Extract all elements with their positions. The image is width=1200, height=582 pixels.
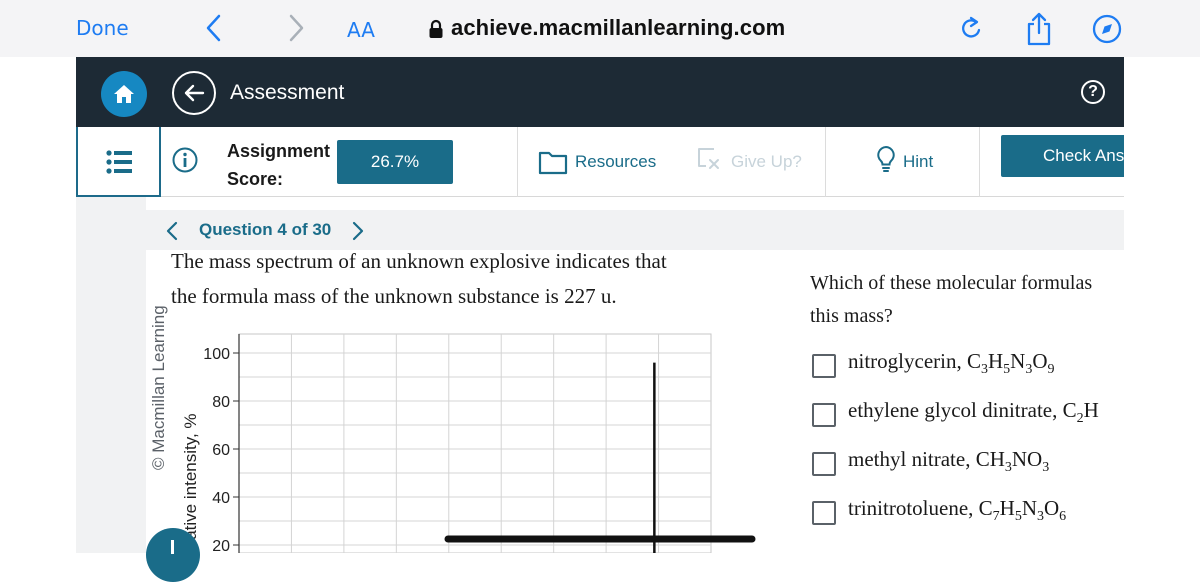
toolbar-divider <box>517 127 518 197</box>
answer-choice-label: trinitrotoluene, C7H5N3O6 <box>848 496 1067 524</box>
page-title: Assessment <box>230 81 345 104</box>
y-tick-label: 20 <box>212 538 230 553</box>
plot-area <box>238 333 712 553</box>
toolbar-divider <box>825 127 826 197</box>
add-button[interactable] <box>146 528 200 582</box>
checkbox[interactable] <box>812 501 836 525</box>
app-header: Assessment ? <box>76 57 1124 127</box>
question-text: The mass spectrum of an unknown explosiv… <box>171 249 667 273</box>
lightbulb-icon <box>877 145 895 172</box>
list-icon <box>106 150 132 174</box>
question-text: the formula mass of the unknown substanc… <box>171 284 617 308</box>
answer-choice-label: nitroglycerin, C3H5N3O9 <box>848 349 1055 377</box>
arrow-left-icon <box>184 84 205 102</box>
info-icon[interactable] <box>172 147 198 173</box>
toolbar-divider <box>979 127 980 197</box>
give-up-icon <box>698 148 719 169</box>
reload-icon[interactable] <box>957 15 985 43</box>
assignment-toolbar: Assignment Score: 26.7% Resources Give U… <box>76 127 1124 197</box>
text-size-button[interactable]: AA <box>347 18 375 42</box>
home-icon <box>114 85 134 103</box>
question-menu-button[interactable] <box>76 127 161 197</box>
chevron-left-icon[interactable] <box>166 221 178 241</box>
chevron-right-icon[interactable] <box>352 221 364 241</box>
checkbox[interactable] <box>812 452 836 476</box>
question-counter: Question 4 of 30 <box>199 220 332 239</box>
hint-button[interactable]: Hint <box>903 152 933 172</box>
score-label: Score: <box>227 169 284 189</box>
checkbox[interactable] <box>812 403 836 427</box>
score-badge: 26.7% <box>337 140 453 184</box>
help-button[interactable]: ? <box>1081 80 1105 104</box>
give-up-button[interactable]: Give Up? <box>731 152 802 172</box>
url-bar[interactable]: achieve.macmillanlearning.com <box>451 15 785 41</box>
y-tick-label: 80 <box>212 394 230 411</box>
check-answer-button[interactable]: Check Answer <box>1001 135 1124 177</box>
compass-icon[interactable] <box>1092 14 1122 44</box>
question-prompt: this mass? <box>810 305 893 327</box>
done-button[interactable]: Done <box>76 16 129 40</box>
y-tick-label: 40 <box>212 490 230 507</box>
question-prompt: Which of these molecular formulas <box>810 272 1093 294</box>
y-tick-label: 100 <box>203 346 230 363</box>
back-button[interactable] <box>172 71 216 115</box>
assignment-label: Assignment <box>227 141 331 161</box>
answer-choice-label: ethylene glycol dinitrate, C2H <box>848 398 1099 426</box>
chevron-right-icon[interactable] <box>288 10 306 46</box>
home-button[interactable] <box>101 71 147 117</box>
plus-icon <box>171 540 174 554</box>
chevron-left-icon[interactable] <box>204 10 222 46</box>
folder-icon[interactable] <box>538 147 568 177</box>
browser-toolbar: Done AA achieve.macmillanlearning.com <box>0 0 1200 57</box>
lock-icon <box>429 19 443 38</box>
y-tick-label: 60 <box>212 442 230 459</box>
assignment-score-label: Assignment Score: <box>227 137 330 193</box>
left-sidebar <box>76 197 146 553</box>
answer-choice-label: methyl nitrate, CH3NO3 <box>848 447 1050 475</box>
resources-button[interactable]: Resources <box>575 152 656 172</box>
mass-spectrum-chart: 100 80 60 40 20 <box>203 333 756 553</box>
share-icon[interactable] <box>1024 12 1054 46</box>
checkbox[interactable] <box>812 354 836 378</box>
